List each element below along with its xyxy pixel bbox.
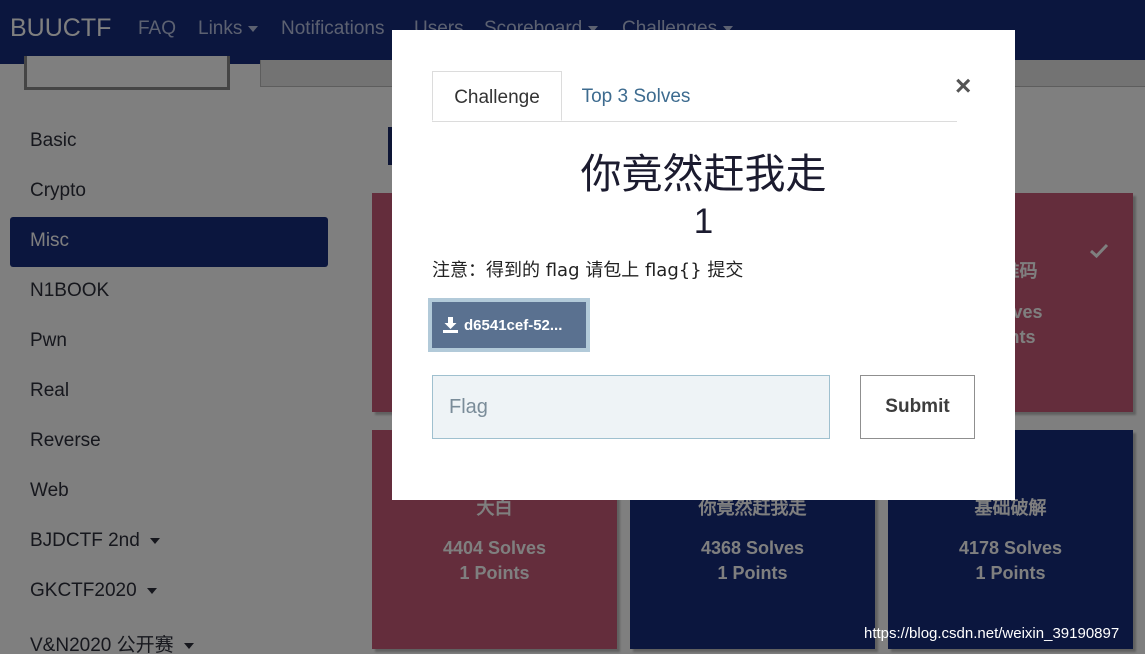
file-download-button[interactable]: d6541cef-52...	[428, 298, 590, 352]
tab-challenge[interactable]: Challenge	[432, 71, 562, 121]
challenge-description: 注意：得到的 flag 请包上 flag{} 提交	[432, 260, 744, 281]
flag-input[interactable]	[432, 375, 830, 439]
download-icon	[443, 317, 458, 333]
tabs-divider	[432, 121, 957, 122]
challenge-points: 1	[693, 202, 714, 241]
challenge-title: 你竟然赶我走	[580, 150, 827, 198]
watermark-text: https://blog.csdn.net/weixin_39190897	[864, 625, 1120, 642]
challenge-modal: Challenge Top 3 Solves × 你竟然赶我走 1 注意：得到的…	[392, 30, 1015, 500]
close-icon[interactable]: ×	[955, 70, 971, 102]
file-name: d6541cef-52...	[464, 317, 563, 334]
submit-button[interactable]: Submit	[860, 375, 975, 439]
tab-top-3-solves[interactable]: Top 3 Solves	[572, 71, 700, 121]
